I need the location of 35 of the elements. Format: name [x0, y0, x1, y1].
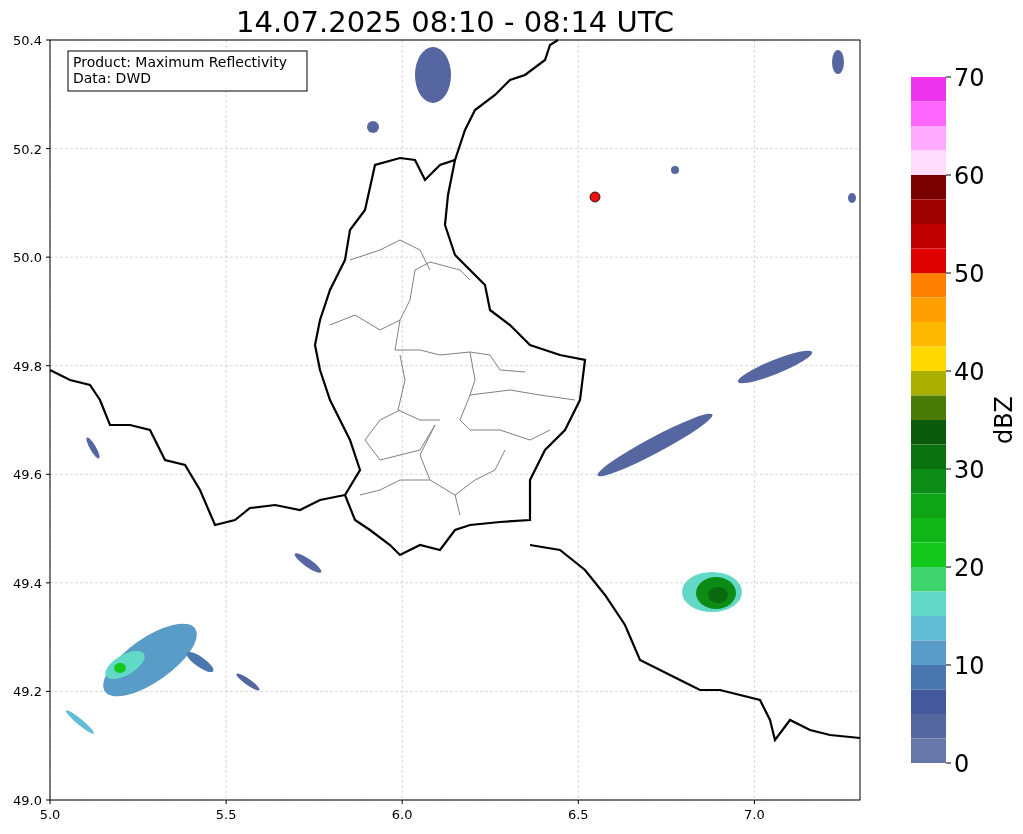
- y-tick-label: 49.4: [13, 575, 42, 591]
- y-tick-label: 50.0: [13, 250, 42, 266]
- radar-echo: [832, 50, 844, 74]
- colorbar-tick-label: 50: [954, 260, 985, 288]
- radar-echo: [671, 166, 679, 174]
- legend-text: Product: Maximum Reflectivity: [73, 54, 287, 70]
- radar-echo: [415, 47, 451, 103]
- colorbar-tick-label: 70: [954, 64, 985, 92]
- colorbar-tick-label: 10: [954, 652, 985, 680]
- colorbar-tick-label: 60: [954, 162, 985, 190]
- legend-text: Data: DWD: [73, 70, 151, 86]
- location-marker: [589, 191, 601, 203]
- y-tick-label: 50.4: [13, 33, 42, 48]
- x-tick-label: 5.5: [215, 807, 237, 822]
- y-tick-label: 49.0: [13, 793, 42, 808]
- y-tick-label: 50.2: [13, 141, 42, 157]
- colorbar-tick-label: 30: [954, 456, 985, 484]
- x-tick-label: 6.5: [567, 807, 589, 822]
- y-tick-label: 49.6: [13, 467, 42, 483]
- chart-title: 14.07.2025 08:10 - 08:14 UTC: [236, 5, 674, 39]
- x-tick-label: 6.0: [391, 807, 413, 822]
- colorbar-label: dBZ: [990, 395, 1018, 445]
- colorbar-tick-label: 40: [954, 358, 985, 386]
- y-tick-label: 49.2: [13, 684, 42, 700]
- colorbar-tick-label: 20: [954, 554, 985, 582]
- radar-echo: [86, 437, 100, 459]
- radar-echo: [294, 553, 322, 573]
- colorbar-tick-label: 0: [954, 750, 970, 778]
- radar-echo: [236, 673, 260, 691]
- radar-echo: [66, 710, 94, 734]
- radar-echo: [367, 121, 379, 133]
- y-tick-label: 49.8: [13, 358, 42, 374]
- radar-echo: [848, 193, 856, 203]
- x-tick-label: 7.0: [744, 807, 765, 822]
- x-tick-label: 5.0: [39, 807, 61, 822]
